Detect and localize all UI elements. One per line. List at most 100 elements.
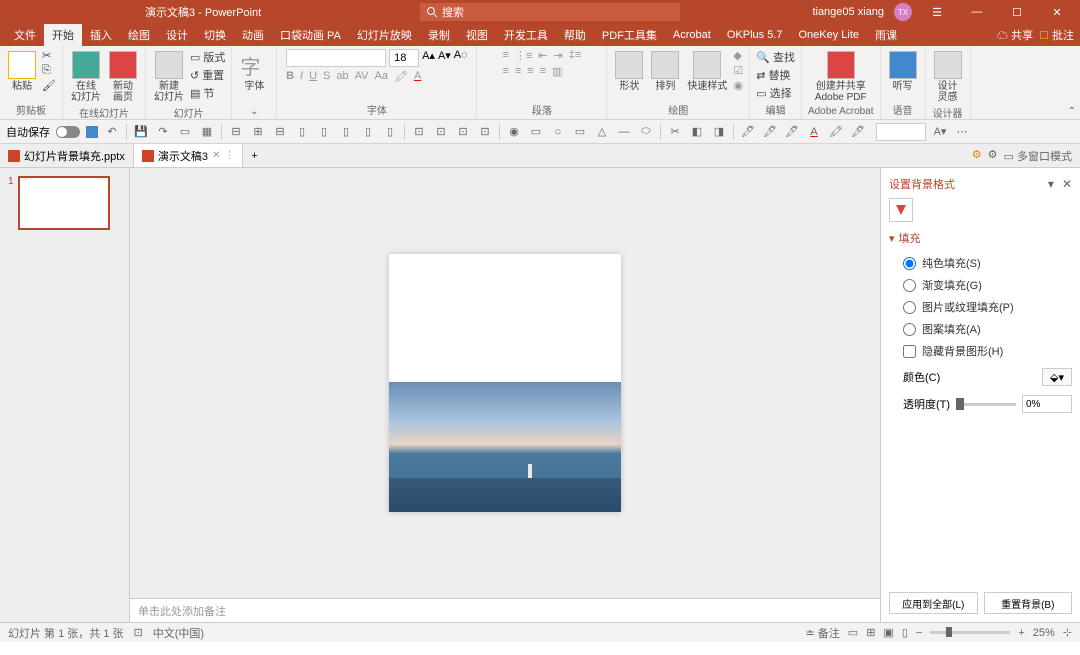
q-icon[interactable]: 🖊	[762, 124, 778, 140]
accessibility-icon[interactable]: ⊡	[134, 626, 143, 639]
tab-help[interactable]: 帮助	[556, 24, 594, 46]
fit-window-icon[interactable]: ⊹	[1063, 626, 1072, 639]
comment-button[interactable]: ☐ 批注	[1039, 27, 1074, 43]
q-icon[interactable]: ▯	[338, 124, 354, 140]
tab-home[interactable]: 开始	[44, 24, 82, 46]
tab-design[interactable]: 设计	[158, 24, 196, 46]
avatar[interactable]: TX	[894, 3, 912, 21]
align-left-icon[interactable]: ≡	[502, 65, 508, 78]
hide-bg-option[interactable]: 隐藏背景图形(H)	[889, 340, 1072, 362]
sorter-view-icon[interactable]: ⊞	[866, 626, 875, 639]
q-icon[interactable]: 🖍	[828, 124, 844, 140]
q-icon[interactable]: ⊡	[455, 124, 471, 140]
tab-record[interactable]: 录制	[420, 24, 458, 46]
slideshow-icon[interactable]: ▭	[177, 124, 193, 140]
distribute-h-icon[interactable]: ⊞	[250, 124, 266, 140]
strike-icon[interactable]: S	[323, 70, 330, 83]
bold-icon[interactable]: B	[286, 70, 294, 83]
tab-transition[interactable]: 切换	[196, 24, 234, 46]
collapse-ribbon-icon[interactable]: ⌃	[1068, 106, 1076, 117]
indent-right-icon[interactable]: ⇥	[554, 49, 563, 62]
solid-fill-option[interactable]: 纯色填充(S)	[889, 252, 1072, 274]
increase-font-icon[interactable]: A▴	[422, 49, 435, 67]
undo-icon[interactable]: ↶	[104, 124, 120, 140]
q-icon[interactable]: 🖊	[850, 124, 866, 140]
q-icon[interactable]: —	[616, 124, 632, 140]
align-center-icon[interactable]: ≡	[515, 65, 521, 78]
fill-category-icon[interactable]	[889, 198, 913, 222]
q-icon[interactable]: ▯	[382, 124, 398, 140]
q-icon[interactable]: ▭	[572, 124, 588, 140]
language[interactable]: 中文(中国)	[153, 625, 204, 641]
q-icon[interactable]: ▯	[316, 124, 332, 140]
designer-button[interactable]: 设计 灵感	[932, 49, 964, 105]
slide-stage[interactable]	[130, 168, 880, 598]
notes-area[interactable]: 单击此处添加备注	[130, 598, 880, 622]
arrange-button[interactable]: 排列	[649, 49, 681, 94]
ribbon-opts-icon[interactable]: ☰	[922, 6, 952, 19]
shadow-icon[interactable]: ab	[336, 70, 348, 83]
autosave-toggle[interactable]	[56, 126, 80, 138]
tab-pa[interactable]: 口袋动画 PA	[272, 24, 349, 46]
pane-dropdown-icon[interactable]: ▾	[1048, 177, 1054, 191]
pane-close-icon[interactable]: ✕	[1062, 177, 1072, 191]
q-icon[interactable]: A	[806, 124, 822, 140]
apply-all-button[interactable]: 应用到全部(L)	[889, 592, 978, 614]
slide-thumbnail-1[interactable]: 1	[8, 176, 121, 230]
fill-section[interactable]: ▾填充	[889, 230, 1072, 246]
new-slide-button[interactable]: 新建 幻灯片	[152, 49, 186, 105]
align-tool-icon[interactable]: ⊟	[228, 124, 244, 140]
copy-icon[interactable]: ⎘	[42, 64, 56, 77]
section-button[interactable]: ▤ 节	[190, 85, 225, 101]
reading-view-icon[interactable]: ▣	[883, 626, 893, 639]
multiwindow-button[interactable]: ▭ 多窗口模式	[1004, 148, 1072, 164]
q-icon[interactable]: ⊡	[433, 124, 449, 140]
share-button[interactable]: ☁ 共享	[997, 27, 1033, 43]
tab-dev[interactable]: 开发工具	[496, 24, 556, 46]
gradient-fill-option[interactable]: 渐变填充(G)	[889, 274, 1072, 296]
picture-fill-option[interactable]: 图片或纹理填充(P)	[889, 296, 1072, 318]
q-icon[interactable]: ◧	[689, 124, 705, 140]
font-size-select[interactable]: 18	[389, 49, 419, 67]
decrease-font-icon[interactable]: A▾	[438, 49, 451, 67]
indent-left-icon[interactable]: ⇤	[538, 49, 547, 62]
normal-view-icon[interactable]: ▭	[848, 626, 858, 639]
tab-draw[interactable]: 绘图	[120, 24, 158, 46]
bullets-icon[interactable]: ≡	[502, 49, 508, 62]
q-icon[interactable]: ▯	[360, 124, 376, 140]
transparency-slider[interactable]	[956, 403, 1016, 406]
minimize-icon[interactable]: —	[962, 6, 992, 18]
online-slide-button[interactable]: 在线 幻灯片	[69, 49, 103, 105]
zoom-slider[interactable]	[930, 631, 1010, 634]
transparency-value[interactable]: 0%	[1022, 395, 1072, 413]
q-icon[interactable]: ▯	[294, 124, 310, 140]
q-icon[interactable]: ▭	[528, 124, 544, 140]
qat-color-box[interactable]	[876, 123, 926, 141]
columns-icon[interactable]: ▥	[552, 65, 562, 78]
q-icon[interactable]: △	[594, 124, 610, 140]
numbering-icon[interactable]: ⋮≡	[515, 49, 532, 62]
pattern-fill-option[interactable]: 图案填充(A)	[889, 318, 1072, 340]
q-icon[interactable]: ⊡	[477, 124, 493, 140]
underline-icon[interactable]: U	[309, 70, 317, 83]
slideshow-view-icon[interactable]: ▯	[902, 626, 908, 639]
case-icon[interactable]: Aa	[375, 70, 388, 83]
highlight-icon[interactable]: 🖍	[394, 70, 408, 83]
tab-slideshow[interactable]: 幻灯片放映	[349, 24, 420, 46]
tab-rain[interactable]: 雨课	[867, 24, 905, 46]
color-picker-button[interactable]: ⬙▾	[1042, 368, 1072, 386]
save-icon[interactable]: 💾	[133, 124, 149, 140]
user-name[interactable]: tiange05 xiang	[812, 6, 884, 18]
quickstyle-button[interactable]: 快速样式	[685, 49, 729, 94]
new-anim-page-button[interactable]: 新动 画页	[107, 49, 139, 105]
format-painter-icon[interactable]: 🖌	[42, 79, 56, 92]
font-family-select[interactable]	[286, 49, 386, 67]
tab-acrobat[interactable]: Acrobat	[665, 26, 719, 44]
replace-button[interactable]: ⇄ 替换	[756, 67, 795, 83]
italic-icon[interactable]: I	[300, 70, 303, 83]
slide-count[interactable]: 幻灯片 第 1 张，共 1 张	[8, 625, 124, 641]
slide[interactable]	[389, 254, 621, 512]
maximize-icon[interactable]: ☐	[1002, 6, 1032, 19]
search-box[interactable]: 搜索	[420, 3, 680, 21]
shapes-button[interactable]: 形状	[613, 49, 645, 94]
